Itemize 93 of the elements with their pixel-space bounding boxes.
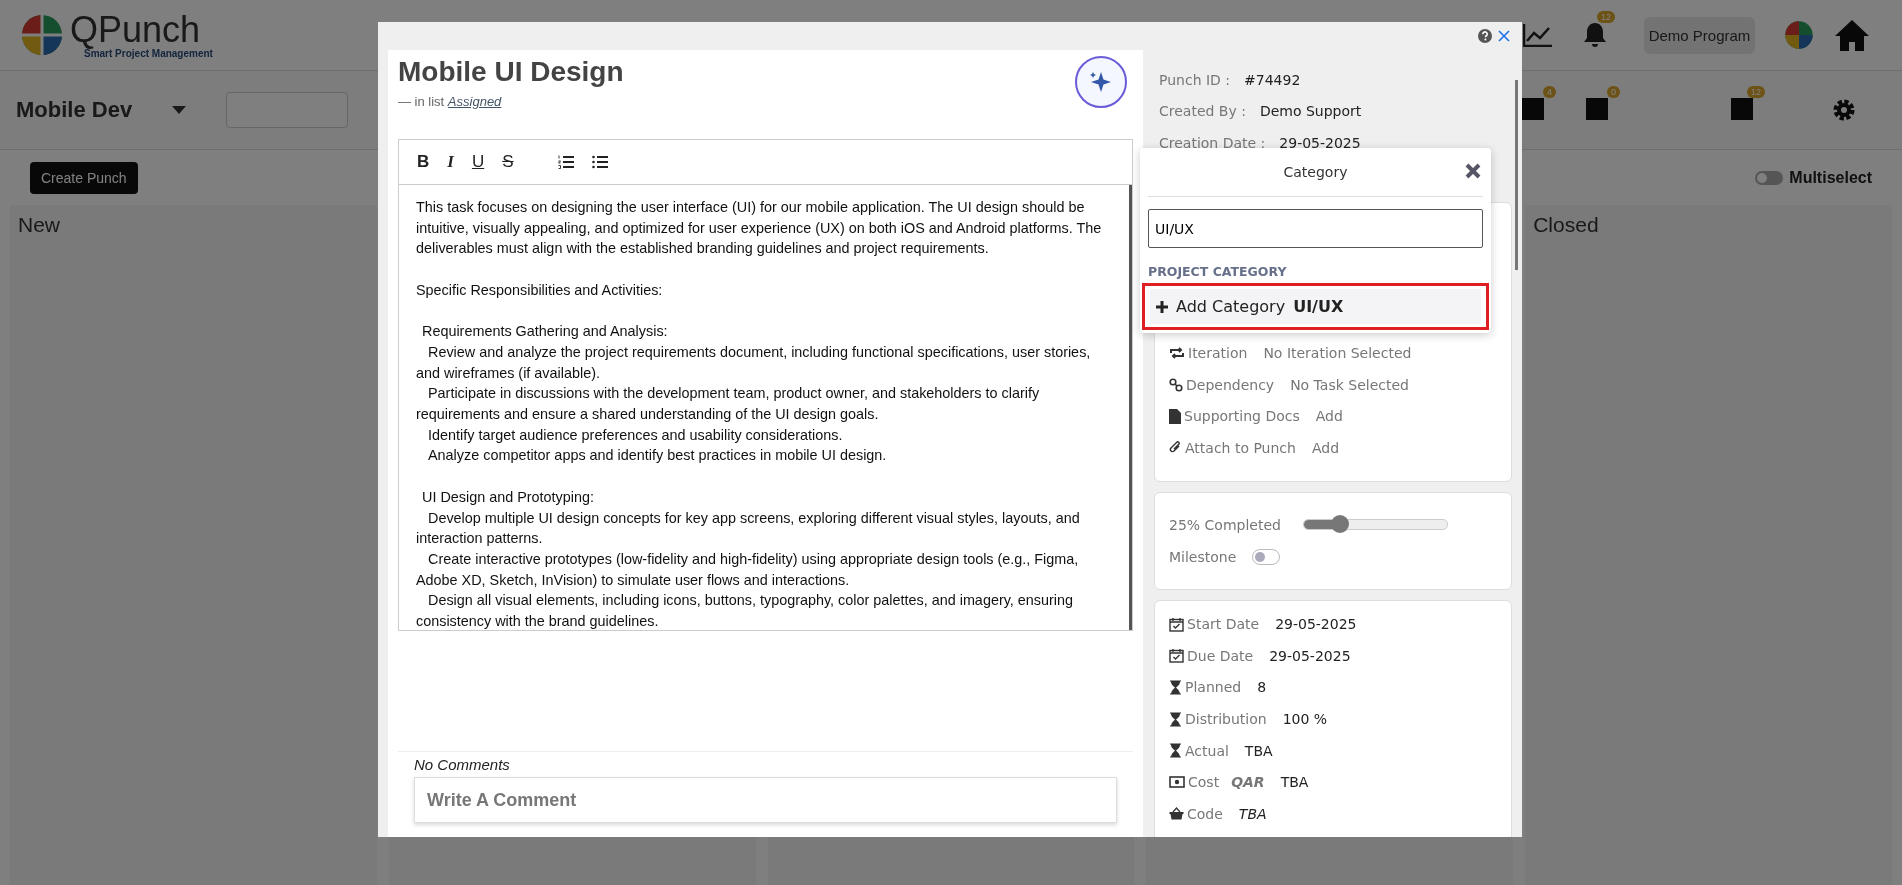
- format-button[interactable]: I: [445, 152, 456, 172]
- plus-icon: [1156, 300, 1168, 313]
- paperclip-icon: [1169, 440, 1182, 455]
- link-icon: [1169, 377, 1183, 392]
- schedule-value: 100 %: [1282, 711, 1328, 728]
- link-value[interactable]: No Task Selected: [1290, 376, 1409, 393]
- meta-value: Demo Support: [1259, 103, 1362, 120]
- schedule-label: Cost: [1188, 774, 1220, 791]
- calendar-check-icon: [1169, 648, 1184, 664]
- bullet-list-icon[interactable]: [591, 155, 608, 169]
- description-text: Analyze competitor apps and identify best practices in mobile UI design.: [427, 446, 888, 466]
- category-search-field[interactable]: UI/UX: [1148, 209, 1483, 248]
- description-text: UI Design and Prototyping:: [421, 487, 595, 507]
- column-title: Closed: [1533, 213, 1599, 236]
- column-title: New: [18, 213, 60, 236]
- description-text: This task focuses on designing the user interface (UI) for our mobile application. The UI design should be intuitive, visually appealing, and optimized for user experience (UX) on both iOS and Android platforms. The deliverables must align with the established branding guidelines and project requirements.: [416, 198, 1103, 259]
- create-punch-button[interactable]: Create Punch: [30, 161, 138, 194]
- link-value[interactable]: Add: [1315, 408, 1343, 425]
- progress-label: 25% Completed: [1169, 516, 1281, 533]
- currency-label: QAR: [1231, 774, 1265, 791]
- description-text: Review and analyze the project requirements document, including functional specifications, user stories, and wireframes (if available).: [416, 342, 1092, 383]
- format-button[interactable]: B: [415, 152, 432, 172]
- link-value[interactable]: No Iteration Selected: [1263, 345, 1412, 362]
- description-text: Identify target audience preferences and usability considerations.: [427, 425, 844, 445]
- bell-icon[interactable]: [1583, 21, 1607, 49]
- list-link[interactable]: Assigned: [447, 94, 502, 109]
- add-category-option[interactable]: Add Category UI/UX: [1150, 289, 1481, 324]
- description-text: Design all visual elements, including icons, buttons, typography, color palettes, and imagery, ensuring consistency with the brand guidelines.: [416, 591, 1074, 630]
- schedule-label: Due Date: [1187, 647, 1254, 664]
- schedule-value: TBA: [1238, 805, 1267, 822]
- schedule-value: 29-05-2025: [1269, 647, 1351, 664]
- section-label: PROJECT CATEGORY: [1148, 264, 1288, 279]
- numbered-list-icon[interactable]: [557, 155, 574, 169]
- hourglass-icon: [1169, 711, 1182, 727]
- schedule-label: Start Date: [1187, 616, 1260, 633]
- schedule-label: Planned: [1185, 679, 1242, 696]
- comment-input[interactable]: Write A Comment: [414, 777, 1117, 823]
- count-badge: 0: [1607, 86, 1620, 98]
- schedule-label: Code: [1187, 805, 1223, 822]
- list-info: — in list Assigned: [398, 94, 503, 109]
- schedule-value: 29-05-2025: [1275, 616, 1357, 633]
- format-button[interactable]: U: [469, 152, 487, 172]
- caret-icon[interactable]: [172, 106, 187, 114]
- schedule-label: Actual: [1185, 742, 1229, 759]
- slider-thumb[interactable]: [1330, 515, 1349, 533]
- hourglass-icon: [1169, 743, 1182, 759]
- schedule-label: Distribution: [1185, 711, 1267, 728]
- home-icon[interactable]: [1833, 18, 1871, 52]
- basket-icon: [1169, 807, 1184, 821]
- program-button[interactable]: Demo Program: [1644, 16, 1755, 54]
- close-icon[interactable]: [1498, 30, 1510, 42]
- multiselect-label: Multiselect: [1789, 168, 1872, 187]
- description-text: Create interactive prototypes (low-fidelity and high-fidelity) using appropriate design tools (e.g., Figma, Adobe XD, Sketch, InVision) to simulate user flows and interactions.: [416, 549, 1080, 590]
- milestone-toggle[interactable]: [1252, 548, 1281, 565]
- link-value[interactable]: Add: [1311, 439, 1340, 456]
- schedule-value: TBA: [1280, 774, 1309, 791]
- search-field[interactable]: [226, 92, 349, 128]
- link-label: Supporting Docs: [1184, 408, 1300, 425]
- link-label: Iteration: [1188, 345, 1248, 362]
- count-badge: 4: [1543, 86, 1556, 98]
- meta-label: Created By :: [1159, 103, 1246, 120]
- hourglass-icon: [1169, 680, 1182, 695]
- popup-title: Category: [1283, 164, 1348, 180]
- logo-icon[interactable]: [1784, 20, 1814, 50]
- ai-assist-button[interactable]: [1075, 56, 1127, 108]
- description-text: Develop multiple UI design concepts for key app screens, exploring different visual styles, layouts, and interaction patterns.: [416, 508, 1081, 549]
- format-button[interactable]: S: [500, 152, 516, 172]
- no-comments-text: No Comments: [414, 756, 511, 773]
- banknote-icon: [1169, 776, 1185, 789]
- settings-icon[interactable]: [1832, 98, 1856, 122]
- meta-label: Punch ID :: [1159, 71, 1231, 88]
- schedule-value: 8: [1257, 679, 1267, 696]
- milestone-label: Milestone: [1169, 548, 1237, 565]
- meta-value: #74492: [1244, 71, 1301, 88]
- multiselect-toggle[interactable]: [1755, 170, 1784, 185]
- link-label: Dependency: [1186, 376, 1275, 393]
- calendar-check-icon: [1169, 616, 1184, 632]
- logo-icon: [20, 13, 64, 57]
- help-icon[interactable]: [1478, 29, 1492, 43]
- task-title: Mobile UI Design: [398, 56, 624, 88]
- description-text: Participate in discussions with the development team, product owner, and stakeholders to clarify requirements and ensure a shared understanding of the UI design goals.: [416, 384, 1041, 424]
- logo-text: QPunch: [70, 11, 201, 48]
- meta-value: 29-05-2025: [1279, 134, 1361, 151]
- count-badge: 12: [1747, 86, 1765, 98]
- line-chart-icon[interactable]: [1523, 23, 1553, 47]
- repeat-icon: [1169, 347, 1185, 360]
- description-text: Specific Responsibilities and Activities:: [416, 280, 664, 300]
- description-text: Requirements Gathering and Analysis:: [421, 322, 669, 342]
- meta-label: Creation Date :: [1159, 134, 1266, 151]
- link-label: Attach to Punch: [1185, 439, 1296, 456]
- project-name[interactable]: Mobile Dev: [16, 97, 133, 123]
- schedule-value: TBA: [1244, 742, 1273, 759]
- notification-badge: 12: [1597, 11, 1615, 23]
